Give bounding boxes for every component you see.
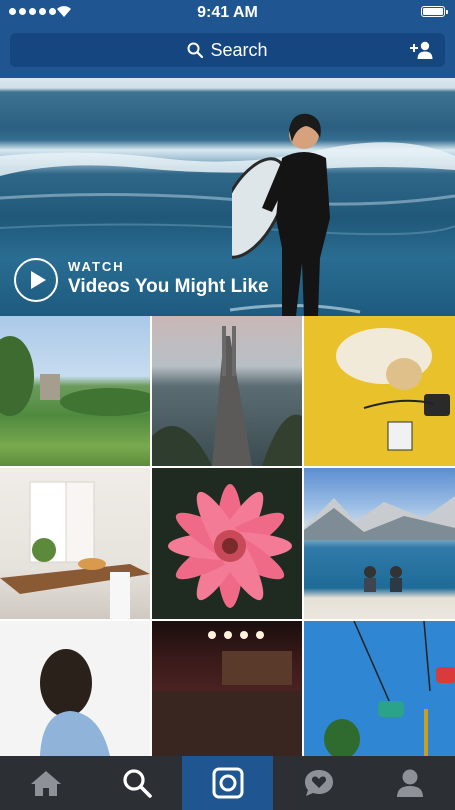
- home-icon: [30, 771, 61, 796]
- watch-videos-hero[interactable]: WATCH Videos You Might Like: [0, 78, 455, 316]
- tab-activity[interactable]: [273, 756, 364, 810]
- add-user-icon[interactable]: [409, 40, 433, 60]
- tab-camera[interactable]: [182, 756, 273, 810]
- search-placeholder: Search: [210, 39, 268, 60]
- play-button[interactable]: [14, 258, 58, 302]
- pink-flower-photo[interactable]: [152, 468, 302, 619]
- lake-mountains-photo[interactable]: [304, 468, 455, 619]
- concert-photo[interactable]: [152, 621, 302, 756]
- explore-grid: [0, 316, 455, 756]
- hero-kicker: WATCH: [68, 259, 125, 274]
- search-input[interactable]: Search: [10, 33, 445, 67]
- camera-icon: [212, 767, 243, 799]
- ride-photo[interactable]: [304, 621, 455, 756]
- cat-photo[interactable]: [304, 316, 455, 466]
- play-icon: [31, 271, 46, 289]
- tab-profile[interactable]: [364, 756, 455, 810]
- tab-search[interactable]: [91, 756, 182, 810]
- search-header: Search: [0, 24, 455, 78]
- status-time: 9:41 AM: [197, 4, 258, 21]
- dining-room-photo[interactable]: [0, 468, 150, 619]
- bay-bridge-photo[interactable]: [152, 316, 302, 466]
- search-icon: [187, 42, 204, 58]
- status-bar: 9:41 AM: [0, 0, 455, 24]
- hero-title: Videos You Might Like: [68, 276, 269, 297]
- tab-bar: [0, 756, 455, 810]
- person-icon: [396, 769, 423, 797]
- search-icon: [122, 769, 152, 798]
- heart-bubble-icon: [304, 770, 333, 796]
- battery-icon: [421, 6, 448, 17]
- woman-portrait-photo[interactable]: [0, 621, 150, 756]
- tab-home[interactable]: [0, 756, 91, 810]
- park-photo[interactable]: [0, 316, 150, 466]
